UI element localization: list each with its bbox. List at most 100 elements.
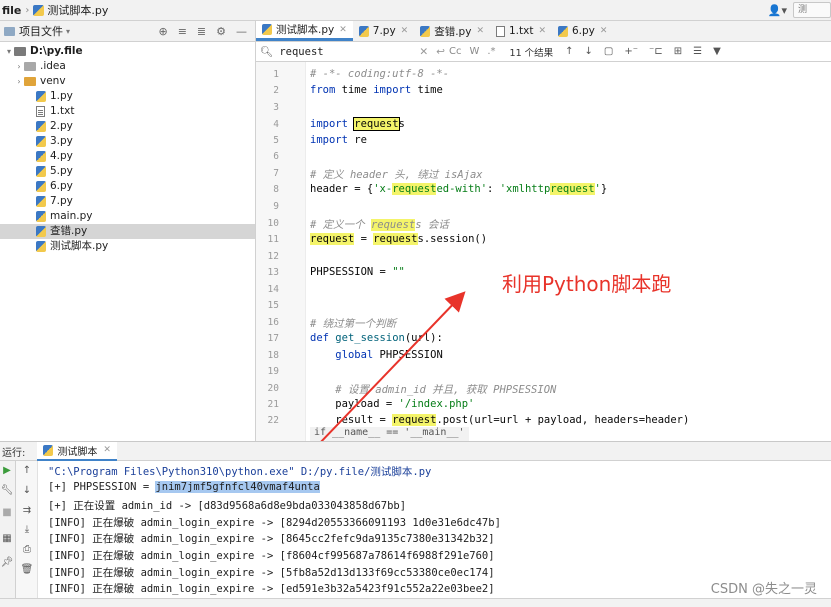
- code-line-17: def get_session(url):: [310, 332, 443, 344]
- whole-word-toggle[interactable]: W: [469, 46, 479, 57]
- close-icon[interactable]: ✕: [339, 25, 347, 35]
- search-input[interactable]: request: [279, 46, 419, 58]
- chevron-icon[interactable]: ▾: [4, 44, 14, 59]
- run-tab-label: 测试脚本: [57, 446, 98, 458]
- tree-item[interactable]: 4.py: [0, 149, 255, 164]
- python-file-icon: [36, 211, 46, 222]
- editor-tab[interactable]: 查错.py ✕: [414, 21, 490, 41]
- code-line-20: # 设置 admin_id 并且, 获取 PHPSESSION: [335, 384, 557, 396]
- minimize-icon[interactable]: —: [236, 25, 247, 38]
- tree-item-label: D:\py.file: [30, 45, 83, 57]
- code-line-21: payload = '/index.php': [310, 398, 475, 410]
- collapse-all-icon[interactable]: ≡: [178, 25, 187, 38]
- tree-item-label: 7.py: [50, 195, 73, 207]
- filter-settings-icon[interactable]: ☰: [693, 46, 702, 57]
- watermark: CSDN @失之一灵: [710, 582, 817, 597]
- tree-item[interactable]: 6.py: [0, 179, 255, 194]
- tab-label: 查错.py: [434, 25, 472, 38]
- tree-item[interactable]: 7.py: [0, 194, 255, 209]
- tree-item[interactable]: 2.py: [0, 119, 255, 134]
- project-tool-icons: ⊕ ≡ ≣ ⚙ —: [158, 25, 255, 38]
- expand-all-icon[interactable]: ≣: [197, 25, 206, 38]
- tree-item-label: 2.py: [50, 120, 73, 132]
- tree-item-label: main.py: [50, 210, 93, 222]
- scroll-to-end-icon[interactable]: ⤓: [20, 524, 34, 535]
- tree-item[interactable]: 1.txt: [0, 104, 255, 119]
- arrow-up-icon[interactable]: ↑: [565, 46, 573, 57]
- python-file-icon: [36, 181, 46, 192]
- tree-item[interactable]: ▾ D:\py.file: [0, 44, 255, 59]
- add-occurrence-icon[interactable]: +⁻: [624, 46, 638, 57]
- settings-icon[interactable]: ⚙: [216, 25, 226, 38]
- python-file-icon: [262, 24, 272, 35]
- print-icon[interactable]: ⎙: [20, 544, 34, 555]
- arrow-up-icon[interactable]: ↑: [20, 465, 34, 476]
- tree-item[interactable]: 5.py: [0, 164, 255, 179]
- remove-occurrence-icon[interactable]: ⁻⊏: [649, 46, 663, 57]
- match-case-toggle[interactable]: Cc: [449, 46, 461, 57]
- code-line-8: header = {'x-requested-with': 'xmlhttpre…: [310, 183, 608, 195]
- select-all-icon[interactable]: ▢: [604, 46, 613, 57]
- code-line-2: from time import time: [310, 84, 443, 96]
- tree-item[interactable]: 查错.py: [0, 224, 255, 239]
- history-icon[interactable]: ↩: [436, 46, 445, 58]
- close-icon[interactable]: ✕: [476, 26, 484, 36]
- chevron-icon[interactable]: ›: [14, 59, 24, 74]
- tab-label: 测试脚本.py: [276, 24, 335, 36]
- breadcrumb-file[interactable]: 测试脚本.py: [47, 2, 108, 18]
- line-number: 15: [267, 300, 279, 311]
- run-config-selector[interactable]: 测: [793, 2, 831, 18]
- line-number: 19: [267, 366, 279, 377]
- tree-item[interactable]: 3.py: [0, 134, 255, 149]
- tree-item[interactable]: 测试脚本.py: [0, 239, 255, 254]
- pin-icon[interactable]: 📌︎: [0, 557, 14, 568]
- regex-toggle[interactable]: .*: [487, 46, 495, 57]
- arrow-down-icon[interactable]: ↓: [20, 485, 34, 496]
- chevron-icon[interactable]: ›: [14, 74, 24, 89]
- search-icon[interactable]: 🔍︎: [260, 45, 273, 58]
- tree-item[interactable]: › venv: [0, 74, 255, 89]
- layout-icon[interactable]: ▦: [0, 533, 14, 544]
- line-number: 21: [267, 399, 279, 410]
- wrench-icon[interactable]: 🔧︎: [0, 485, 14, 496]
- line-number: 14: [267, 284, 279, 295]
- line-number: 13: [267, 267, 279, 278]
- tree-item[interactable]: 1.py: [0, 89, 255, 104]
- code-editor[interactable]: 1 2 3 4 5 6 7 8 9 10 11 12 13 14 15 16 17 18 19 20 21 22 # -*…: [256, 62, 831, 441]
- line-number: 18: [267, 350, 279, 361]
- editor-tab[interactable]: 测试脚本.py ✕: [256, 21, 353, 41]
- line-number: 1: [273, 69, 279, 80]
- code-context-hint[interactable]: if __name__ == '__main__': [310, 427, 469, 441]
- project-toolbar: 项目文件 ▾ ⊕ ≡ ≣ ⚙ —: [0, 21, 255, 42]
- line-number: 22: [267, 415, 279, 426]
- editor-tab[interactable]: 6.py ✕: [552, 21, 613, 41]
- run-tab[interactable]: 测试脚本 ✕: [37, 441, 117, 461]
- close-icon[interactable]: ✕: [600, 26, 608, 36]
- breadcrumb-root[interactable]: file: [0, 4, 21, 17]
- arrow-down-icon[interactable]: ↓: [585, 46, 593, 57]
- close-icon[interactable]: ✕: [538, 26, 546, 36]
- tree-item[interactable]: main.py: [0, 209, 255, 224]
- filter-icon[interactable]: ▼: [713, 46, 721, 57]
- console-line-2: [+] 正在设置 admin_id -> [d83d9568a6d8e9bda0…: [48, 500, 407, 512]
- trash-icon[interactable]: 🗑︎: [20, 564, 34, 575]
- editor-tab[interactable]: 1.txt ✕: [490, 21, 552, 41]
- rerun-icon[interactable]: ▶: [0, 465, 14, 476]
- select-occurrences-icon[interactable]: ⊞: [674, 46, 682, 57]
- stop-icon[interactable]: ■: [0, 507, 14, 518]
- person-icon[interactable]: 👤▾: [768, 4, 787, 17]
- close-icon[interactable]: ✕: [401, 26, 409, 36]
- chevron-down-icon[interactable]: ▾: [66, 27, 70, 36]
- crosshair-icon[interactable]: ⊕: [158, 25, 167, 38]
- python-file-icon: [33, 4, 45, 16]
- editor-area: 测试脚本.py ✕ 7.py ✕ 查错.py ✕ 1.txt ✕ 6.py ✕ 🔍︎ reques…: [256, 21, 831, 441]
- project-title[interactable]: 项目文件: [19, 23, 63, 39]
- folder-icon: [14, 47, 26, 56]
- editor-tab[interactable]: 7.py ✕: [353, 21, 414, 41]
- soft-wrap-icon[interactable]: ⇉: [20, 505, 34, 516]
- close-icon[interactable]: ✕: [103, 445, 111, 455]
- line-number: 7: [273, 168, 279, 179]
- clear-icon[interactable]: ✕: [419, 46, 428, 58]
- python-file-icon: [43, 444, 54, 456]
- tree-item[interactable]: › .idea: [0, 59, 255, 74]
